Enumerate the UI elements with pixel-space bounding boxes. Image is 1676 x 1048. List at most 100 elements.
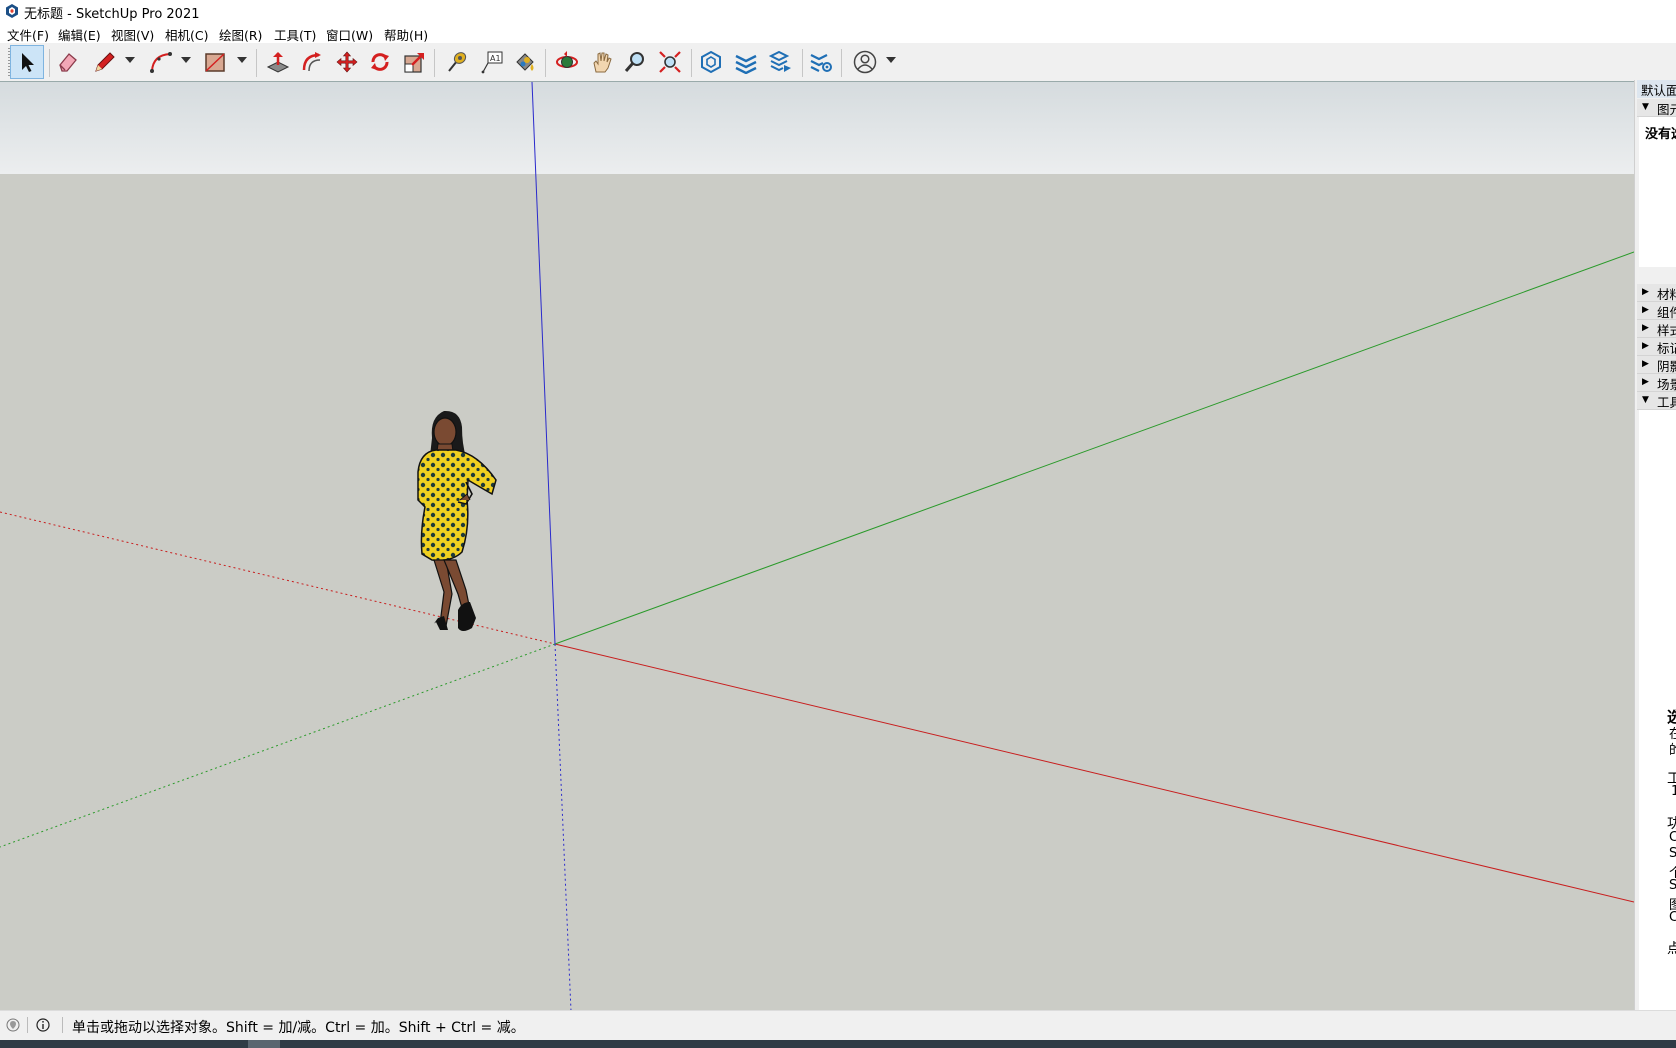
taskbar-active-indicator[interactable] [248,1040,280,1048]
orbit-tool[interactable] [550,45,584,79]
panel-shadows[interactable]: ▶ 阴影 [1637,356,1676,374]
svg-text:A1: A1 [490,54,501,63]
hand-icon [593,52,612,73]
instructor-text: 1 [1671,784,1676,799]
panel-components[interactable]: ▶ 组件 [1637,302,1676,320]
toolbar-separator [802,49,803,77]
text-label-icon: A1 [481,51,503,74]
user-avatar-icon [853,50,877,74]
expanded-triangle-icon: ▼ [1642,395,1649,405]
toolbar-separator [841,49,842,77]
arc-tool-dropdown-icon[interactable] [181,57,191,63]
panel-entity-info[interactable]: ▼ 图元信息 [1637,99,1676,117]
menu-view[interactable]: 视图(V) [111,25,154,44]
info-icon[interactable] [36,1018,50,1032]
rectangle-icon [205,53,225,72]
orbit-icon [556,51,578,68]
rectangle-tool[interactable] [198,45,232,79]
model-scene [0,82,1634,1011]
account-dropdown-icon[interactable] [886,57,896,63]
menu-draw[interactable]: 绘图(R) [219,25,262,44]
magnifier-icon [624,52,644,72]
extension-warehouse[interactable] [729,45,763,79]
push-pull-icon [266,52,290,73]
collapsed-triangle-icon: ▶ [1642,377,1649,387]
menu-edit[interactable]: 编辑(E) [58,25,101,44]
panel-materials[interactable]: ▶ 材料 [1637,284,1676,302]
line-tool-dropdown-icon[interactable] [125,57,135,63]
collapsed-triangle-icon: ▶ [1642,305,1649,315]
tape-measure-icon [448,52,467,72]
toolbar-separator [691,49,692,77]
menu-tools[interactable]: 工具(T) [274,25,316,44]
toolbar: A1 [0,43,1676,82]
paint-bucket-icon [516,53,534,71]
instructor-text: C [1669,830,1676,845]
rotate-tool[interactable] [363,45,397,79]
instructor-text: S [1669,878,1676,893]
eraser-tool[interactable] [51,45,85,79]
instructor-body: 选 在 的 工 1 功 C S 个 S 图 C 点 [1639,410,1676,1010]
3d-warehouse[interactable] [694,45,728,79]
move-tool[interactable] [330,45,364,79]
pan-tool[interactable] [585,45,619,79]
extension-manager-icon [810,54,832,72]
arc-icon [150,52,172,73]
paint-bucket-tool[interactable] [508,45,542,79]
sketchup-logo-icon [6,4,18,18]
collapsed-triangle-icon: ▶ [1642,359,1649,369]
collapsed-triangle-icon: ▶ [1642,341,1649,351]
tray-title: 默认面板 [1637,80,1676,98]
menu-help[interactable]: 帮助(H) [384,25,428,44]
panel-tags[interactable]: ▶ 标记 [1637,338,1676,356]
pencil-icon [95,52,115,72]
sky [0,82,1634,174]
zoom-extents-tool[interactable] [653,45,687,79]
warehouse-icon [701,50,721,74]
status-divider [62,1017,63,1033]
tape-measure-tool[interactable] [440,45,474,79]
account-menu[interactable] [848,45,882,79]
extension-warehouse-icon [735,54,757,74]
select-tool[interactable] [10,45,44,79]
ground-plane [0,174,1634,1011]
panel-styles[interactable]: ▶ 样式 [1637,320,1676,338]
panel-scenes[interactable]: ▶ 场景 [1637,374,1676,392]
toolbar-separator [256,49,257,77]
rectangle-tool-dropdown-icon[interactable] [237,57,247,63]
window-title: 无标题 - SketchUp Pro 2021 [24,7,200,22]
scale-tool[interactable] [398,45,432,79]
push-pull-tool[interactable] [261,45,295,79]
expanded-triangle-icon: ▼ [1642,102,1649,112]
arrow-cursor-icon [22,53,34,72]
collapsed-triangle-icon: ▶ [1642,323,1649,333]
menu-window[interactable]: 窗口(W) [326,25,373,44]
extension-manager[interactable] [804,45,838,79]
zoom-tool[interactable] [618,45,652,79]
status-divider [27,1017,28,1033]
line-tool[interactable] [88,45,122,79]
menu-file[interactable]: 文件(F) [7,25,49,44]
status-prompt: 单击或拖动以选择对象。Shift = 加/减。Ctrl = 加。Shift + … [72,1020,525,1036]
offset-tool[interactable] [295,45,329,79]
collapsed-triangle-icon: ▶ [1642,287,1649,297]
instructor-text: 的 [1669,743,1676,758]
default-tray: 默认面板 ▼ 图元信息 没有选择 ▶ 材料 ▶ 组件 ▶ 样式 ▶ 标记 ▶ 阴… [1634,80,1676,1010]
panel-instructor[interactable]: ▼ 工具向导 [1637,392,1676,410]
title-bar: 无标题 - SketchUp Pro 2021 [0,0,1676,22]
arc-tool[interactable] [144,45,178,79]
instructor-text: S [1669,846,1676,861]
layout-send[interactable] [764,45,798,79]
menu-bar: 文件(F) 编辑(E) 视图(V) 相机(C) 绘图(R) 工具(T) 窗口(W… [0,22,1676,43]
toolbar-separator [545,49,546,77]
toolbar-separator [434,49,435,77]
text-tool[interactable]: A1 [475,45,509,79]
move-icon [336,51,358,73]
instructor-text: C [1669,910,1676,925]
send-to-layout-icon [769,50,791,72]
menu-camera[interactable]: 相机(C) [165,25,208,44]
rotate-icon [371,53,389,71]
drawing-viewport[interactable] [0,81,1634,1011]
geo-location-icon[interactable] [6,1018,20,1032]
zoom-extents-icon [659,51,681,73]
